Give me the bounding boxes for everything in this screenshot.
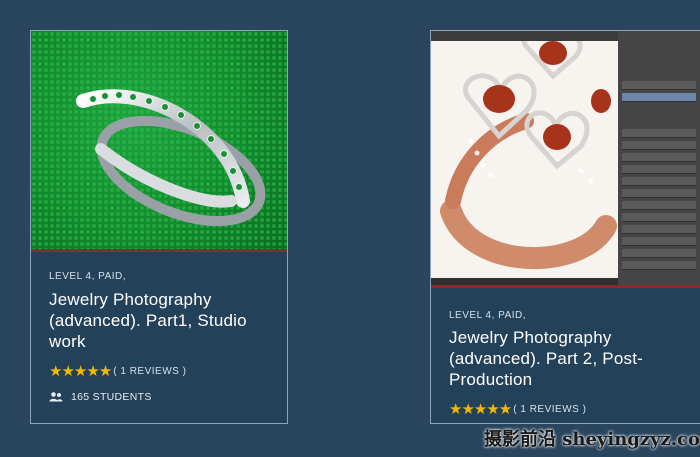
students-count: 165 STUDENTS bbox=[49, 391, 152, 403]
layer-row[interactable] bbox=[622, 213, 696, 222]
students-label: 165 STUDENTS bbox=[71, 391, 152, 403]
layer-row[interactable] bbox=[622, 129, 696, 138]
layer-row-selected[interactable] bbox=[622, 93, 696, 102]
course-thumbnail-photoshop[interactable] bbox=[431, 31, 700, 286]
course-thumbnail-ring-green[interactable] bbox=[31, 31, 287, 250]
layer-row[interactable] bbox=[622, 189, 696, 198]
layer-row[interactable] bbox=[622, 249, 696, 258]
ring-image bbox=[31, 31, 287, 250]
reviews-count-link[interactable]: ( 1 REVIEWS ) bbox=[513, 404, 586, 415]
layer-row[interactable] bbox=[622, 153, 696, 162]
watermark-text: 摄影前沿 sheyingzyz.co bbox=[483, 429, 700, 450]
students-icon bbox=[49, 392, 63, 402]
layer-row[interactable] bbox=[622, 81, 696, 90]
course-rating: ★★★★★ ( 1 REVIEWS ) bbox=[449, 400, 586, 418]
reviews-count-link[interactable]: ( 1 REVIEWS ) bbox=[113, 366, 186, 377]
rose-gold-ring-image bbox=[431, 41, 619, 276]
thumbnail-accent-bar bbox=[31, 249, 287, 252]
star-rating-icons: ★★★★★ bbox=[449, 401, 512, 418]
layer-row[interactable] bbox=[622, 177, 696, 186]
layer-row[interactable] bbox=[622, 261, 696, 270]
course-meta: LEVEL 4, PAID, bbox=[49, 271, 127, 282]
course-title-link[interactable]: Jewelry Photography (advanced). Part1, S… bbox=[49, 289, 271, 352]
course-card-post-production[interactable]: LEVEL 4, PAID, Jewelry Photography (adva… bbox=[430, 30, 700, 424]
layer-row[interactable] bbox=[622, 237, 696, 246]
layer-row[interactable] bbox=[622, 141, 696, 150]
course-meta: LEVEL 4, PAID, bbox=[449, 310, 527, 321]
thumbnail-accent-bar bbox=[431, 285, 700, 288]
course-card-studio[interactable]: LEVEL 4, PAID, Jewelry Photography (adva… bbox=[30, 30, 288, 424]
layer-row[interactable] bbox=[622, 225, 696, 234]
layer-row[interactable] bbox=[622, 201, 696, 210]
course-title-link[interactable]: Jewelry Photography (advanced). Part 2, … bbox=[449, 327, 684, 390]
photoshop-layers-panel[interactable] bbox=[618, 31, 700, 286]
course-rating: ★★★★★ ( 1 REVIEWS ) bbox=[49, 362, 186, 380]
layer-row[interactable] bbox=[622, 165, 696, 174]
star-rating-icons: ★★★★★ bbox=[49, 363, 112, 380]
